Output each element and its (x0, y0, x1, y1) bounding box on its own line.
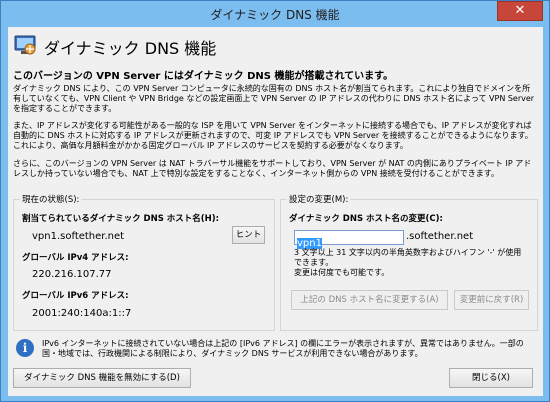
revert-hostname-button[interactable]: 変更前に戻す(R) (454, 290, 529, 310)
dynamic-dns-icon (14, 35, 36, 55)
assigned-hostname-value: vpn1.softether.net (32, 231, 125, 242)
hint-button[interactable]: ヒント (232, 226, 265, 244)
apply-hostname-button[interactable]: 上記の DNS ホスト名に変更する(A) (291, 290, 448, 310)
hostname-rule-line-3: 変更は何度でも可能です。 (294, 268, 390, 277)
window-title: ダイナミック DNS 機能 (210, 8, 340, 22)
ipv6-label: グローバル IPv6 アドレス: (22, 291, 129, 301)
description-paragraph-3: さらに、このバージョンの VPN Server は NAT トラバーサル機能をサ… (13, 159, 532, 178)
disable-dynamic-dns-button[interactable]: ダイナミック DNS 機能を無効にする(D) (13, 368, 191, 388)
page-title: ダイナミック DNS 機能 (44, 39, 217, 58)
close-button[interactable]: 閉じる(X) (449, 368, 533, 388)
dialog-client-area: ダイナミック DNS 機能 このバージョンの VPN Server にはダイナミ… (8, 27, 543, 396)
hostname-input[interactable]: vpn1 (294, 230, 404, 249)
hostname-rule-line-1: 3 文字以上 31 文字以内の半角英数字およびハイフン '-' が使用 (294, 248, 522, 257)
description-paragraph-2: また、IP アドレスが変化する可能性がある一般的な ISP を用いて VPN S… (13, 121, 533, 150)
change-hostname-label: ダイナミック DNS ホスト名の変更(C): (289, 214, 443, 224)
description-paragraph-1: ダイナミック DNS により、この VPN Server コンピュータに永続的な… (13, 84, 535, 113)
info-icon: i (16, 339, 34, 357)
assigned-hostname-label: 割当てられているダイナミック DNS ホスト名(H): (22, 214, 220, 224)
feature-subtitle: このバージョンの VPN Server にはダイナミック DNS 機能が搭載され… (13, 71, 394, 82)
dynamic-dns-window: ダイナミック DNS 機能 ✕ ダイナミック DNS 機能 このバージョンの V… (0, 0, 550, 402)
hostname-suffix: .softether.net (406, 231, 474, 242)
current-status-label: 現在の状態(S): (20, 193, 82, 205)
ipv4-value: 220.216.107.77 (32, 269, 112, 280)
ipv6-info-text: IPv6 インターネットに接続されていない場合は上記の [IPv6 アドレス] … (42, 339, 524, 358)
hostname-rule-line-2: できます。 (294, 258, 334, 267)
change-settings-label: 設定の変更(M): (287, 193, 351, 205)
ipv4-label: グローバル IPv4 アドレス: (22, 253, 129, 263)
ipv6-value: 2001:240:140a:1::7 (32, 308, 132, 319)
title-bar[interactable]: ダイナミック DNS 機能 ✕ (1, 1, 549, 26)
window-close-button[interactable]: ✕ (497, 1, 543, 21)
